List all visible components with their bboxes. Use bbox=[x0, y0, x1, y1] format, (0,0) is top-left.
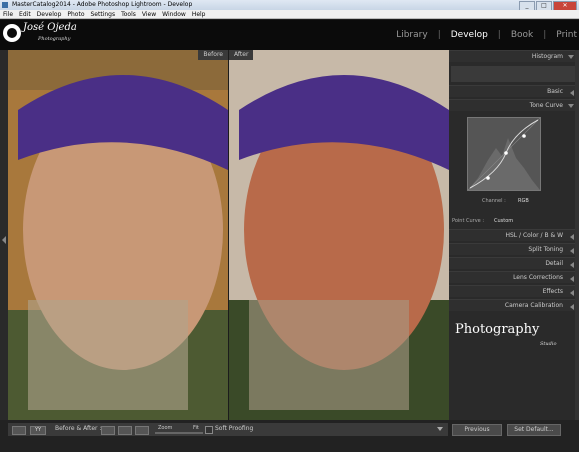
app-icon bbox=[2, 2, 8, 8]
panel-detail[interactable]: Detail bbox=[449, 257, 577, 269]
panel-basic[interactable]: Basic bbox=[449, 85, 577, 97]
left-panel-collapsed[interactable] bbox=[0, 50, 8, 420]
module-print[interactable]: Print bbox=[556, 30, 577, 40]
after-label: After bbox=[229, 50, 254, 60]
left-panel-toggle-icon[interactable] bbox=[2, 236, 6, 244]
point-curve-label: Point Curve : bbox=[452, 218, 485, 224]
soft-proofing-label: Soft Proofing bbox=[215, 425, 254, 432]
zoom-slider[interactable] bbox=[155, 432, 203, 434]
module-picker: Library | Develop | Book | Print bbox=[396, 30, 577, 40]
panel-basic-label: Basic bbox=[547, 88, 563, 95]
chevron-down-icon bbox=[568, 55, 574, 59]
set-default-button[interactable]: Set Default... bbox=[507, 424, 561, 436]
identity-name: José Ojeda bbox=[23, 22, 77, 33]
studio-watermark-sub: Studio bbox=[540, 341, 557, 347]
chevron-left-icon bbox=[570, 90, 574, 96]
tone-curve-graph[interactable] bbox=[467, 117, 541, 191]
after-photo[interactable]: After bbox=[229, 50, 449, 420]
chevron-down-icon bbox=[568, 104, 574, 108]
chevron-left-icon bbox=[570, 234, 574, 240]
chevron-left-icon bbox=[570, 248, 574, 254]
histogram-tool-strip[interactable] bbox=[451, 66, 575, 82]
module-book[interactable]: Book bbox=[511, 30, 533, 40]
copy-after-before-icon[interactable] bbox=[118, 426, 132, 435]
zoom-label: Zoom bbox=[158, 425, 173, 431]
module-develop[interactable]: Develop bbox=[451, 30, 488, 40]
before-after-view-icon[interactable]: YY bbox=[30, 426, 46, 435]
before-after-label: Before & After : bbox=[55, 425, 102, 432]
panel-histogram[interactable]: Histogram bbox=[449, 50, 577, 62]
logo-icon bbox=[3, 24, 21, 42]
copy-before-after-icon[interactable] bbox=[101, 426, 115, 435]
before-portrait-image bbox=[8, 50, 228, 420]
menu-photo[interactable]: Photo bbox=[67, 10, 84, 18]
chevron-left-icon bbox=[570, 276, 574, 282]
panel-split-toning[interactable]: Split Toning bbox=[449, 243, 577, 255]
panel-tone-curve[interactable]: Tone Curve bbox=[449, 99, 577, 111]
soft-proofing-checkbox[interactable] bbox=[205, 426, 213, 434]
panel-histogram-label: Histogram bbox=[531, 53, 563, 60]
menu-help[interactable]: Help bbox=[192, 10, 206, 18]
channel-label: Channel : bbox=[482, 198, 506, 204]
previous-button[interactable]: Previous bbox=[452, 424, 502, 436]
window-title: MasterCatalog2014 - Adobe Photoshop Ligh… bbox=[12, 1, 193, 8]
panel-hsl-label: HSL / Color / B & W bbox=[505, 232, 563, 239]
panel-effects[interactable]: Effects bbox=[449, 285, 577, 297]
panel-tone-curve-label: Tone Curve bbox=[529, 102, 563, 109]
right-panel-edge bbox=[575, 50, 579, 420]
before-photo[interactable]: Before bbox=[8, 50, 228, 420]
identity-sub: Photography bbox=[38, 36, 71, 42]
menu-view[interactable]: View bbox=[142, 10, 156, 18]
panel-hsl[interactable]: HSL / Color / B & W bbox=[449, 229, 577, 241]
module-separator: | bbox=[543, 30, 547, 40]
channel-select[interactable]: RGB bbox=[518, 196, 529, 206]
tone-curve-svg bbox=[467, 117, 541, 191]
panel-camera-calibration-label: Camera Calibration bbox=[504, 302, 563, 309]
chevron-left-icon bbox=[570, 304, 574, 310]
panel-detail-label: Detail bbox=[545, 260, 563, 267]
toolbar-menu-icon[interactable] bbox=[437, 427, 443, 431]
module-separator: | bbox=[497, 30, 501, 40]
menu-settings[interactable]: Settings bbox=[91, 10, 116, 18]
panel-lens-corrections[interactable]: Lens Corrections bbox=[449, 271, 577, 283]
menu-edit[interactable]: Edit bbox=[19, 10, 31, 18]
title-bar: MasterCatalog2014 - Adobe Photoshop Ligh… bbox=[0, 0, 579, 11]
before-label: Before bbox=[198, 50, 228, 60]
menu-develop[interactable]: Develop bbox=[37, 10, 62, 18]
point-curve-select[interactable]: Custom bbox=[494, 216, 513, 226]
chevron-left-icon bbox=[570, 262, 574, 268]
menu-bar: File Edit Develop Photo Settings Tools V… bbox=[0, 10, 579, 19]
loupe-view-icon[interactable] bbox=[12, 426, 26, 435]
menu-file[interactable]: File bbox=[3, 10, 13, 18]
panel-split-toning-label: Split Toning bbox=[528, 246, 563, 253]
chevron-left-icon bbox=[570, 290, 574, 296]
swap-before-after-icon[interactable] bbox=[135, 426, 149, 435]
after-portrait-image bbox=[229, 50, 449, 420]
module-library[interactable]: Library bbox=[396, 30, 427, 40]
menu-tools[interactable]: Tools bbox=[121, 10, 136, 18]
panel-camera-calibration[interactable]: Camera Calibration bbox=[449, 299, 577, 311]
panel-effects-label: Effects bbox=[542, 288, 563, 295]
zoom-value: Fit bbox=[193, 425, 199, 431]
panel-lens-corrections-label: Lens Corrections bbox=[513, 274, 563, 281]
studio-watermark: Photography bbox=[455, 322, 540, 337]
module-separator: | bbox=[437, 30, 441, 40]
menu-window[interactable]: Window bbox=[162, 10, 186, 18]
